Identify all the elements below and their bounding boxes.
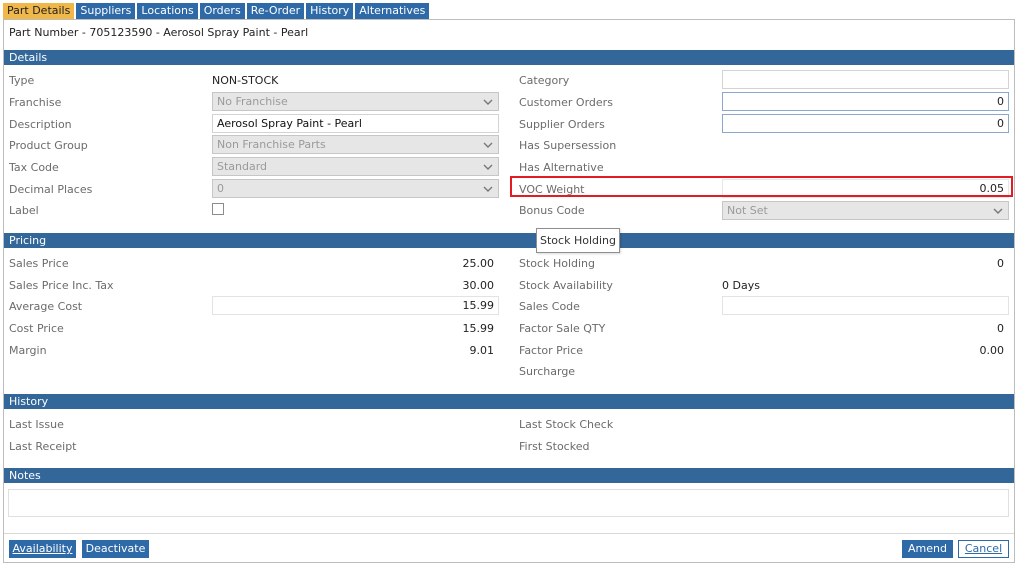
- part-number-title: Part Number - 705123590 - Aerosol Spray …: [9, 26, 309, 39]
- category-input[interactable]: [722, 70, 1009, 89]
- supplier-orders-label: Supplier Orders: [519, 118, 605, 131]
- product-group-select-value: Non Franchise Parts: [217, 138, 326, 151]
- surcharge-label: Surcharge: [519, 365, 576, 378]
- product-group-label: Product Group: [9, 139, 88, 152]
- tab-suppliers[interactable]: Suppliers: [76, 3, 136, 19]
- tax-code-select-value: Standard: [217, 160, 268, 173]
- last-receipt-label: Last Receipt: [9, 440, 77, 453]
- chevron-down-icon: [483, 99, 493, 105]
- factor-price-label: Factor Price: [519, 344, 584, 357]
- cancel-button-label: Cancel: [964, 542, 1003, 555]
- cost-price-value: 15.99: [462, 322, 495, 335]
- voc-weight-highlight: [510, 176, 1013, 197]
- decimal-places-select-value: 0: [217, 182, 224, 195]
- tab-re-order[interactable]: Re-Order: [246, 3, 305, 19]
- tab-alternatives[interactable]: Alternatives: [355, 3, 430, 19]
- stock-holding-value: 0: [997, 257, 1004, 270]
- average-cost-label: Average Cost: [9, 300, 83, 313]
- stock-holding-tooltip: Stock Holding: [536, 228, 620, 253]
- chevron-down-icon: [483, 186, 493, 192]
- type-label: Type: [9, 74, 35, 87]
- tax-code-label: Tax Code: [9, 161, 59, 174]
- factor-sale-qty-label: Factor Sale QTY: [519, 322, 606, 335]
- supplier-orders-input[interactable]: 0: [722, 114, 1009, 133]
- chevron-down-icon: [483, 142, 493, 148]
- sales-price-inc-tax-value: 30.00: [462, 279, 495, 292]
- margin-label: Margin: [9, 344, 47, 357]
- description-label: Description: [9, 118, 72, 131]
- has-supersession-label: Has Supersession: [519, 139, 617, 152]
- bonus-code-select-value: Not Set: [727, 204, 768, 217]
- stock-availability-label: Stock Availability: [519, 279, 613, 292]
- category-label: Category: [519, 74, 570, 87]
- sales-price-inc-tax-label: Sales Price Inc. Tax: [9, 279, 114, 292]
- cancel-button[interactable]: Cancel: [958, 540, 1009, 558]
- customer-orders-input[interactable]: 0: [722, 92, 1009, 111]
- pricing-section-header: Pricing: [4, 233, 1014, 248]
- amend-button-label: Amend: [908, 542, 947, 555]
- tab-part-details[interactable]: Part Details: [3, 3, 75, 19]
- tab-bar: Part Details Suppliers Locations Orders …: [3, 3, 430, 19]
- footer-divider: [4, 533, 1014, 534]
- factor-price-value: 0.00: [979, 344, 1005, 357]
- first-stocked-label: First Stocked: [519, 440, 590, 453]
- tax-code-select[interactable]: Standard: [212, 157, 499, 176]
- type-value: NON-STOCK: [212, 74, 279, 87]
- decimal-places-label: Decimal Places: [9, 183, 93, 196]
- factor-sale-qty-value: 0: [997, 322, 1004, 335]
- decimal-places-select[interactable]: 0: [212, 179, 499, 198]
- margin-value: 9.01: [469, 344, 495, 357]
- stock-holding-label: Stock Holding: [519, 257, 595, 270]
- customer-orders-label: Customer Orders: [519, 96, 613, 109]
- has-alternative-label: Has Alternative: [519, 161, 604, 174]
- deactivate-button[interactable]: Deactivate: [82, 540, 149, 558]
- bonus-code-label: Bonus Code: [519, 204, 585, 217]
- stock-availability-value: 0 Days: [722, 279, 760, 292]
- sales-code-input[interactable]: [722, 296, 1009, 315]
- cost-price-label: Cost Price: [9, 322, 64, 335]
- chevron-down-icon: [993, 208, 1003, 214]
- sales-code-label: Sales Code: [519, 300, 580, 313]
- franchise-select[interactable]: No Franchise: [212, 92, 499, 111]
- sales-price-value: 25.00: [462, 257, 495, 270]
- franchise-label: Franchise: [9, 96, 62, 109]
- bonus-code-select[interactable]: Not Set: [722, 201, 1009, 220]
- sales-price-label: Sales Price: [9, 257, 69, 270]
- product-group-select[interactable]: Non Franchise Parts: [212, 135, 499, 154]
- amend-button[interactable]: Amend: [902, 540, 953, 558]
- last-issue-label: Last Issue: [9, 418, 64, 431]
- label-label: Label: [9, 204, 39, 217]
- tab-history[interactable]: History: [306, 3, 354, 19]
- description-input[interactable]: Aerosol Spray Paint - Pearl: [212, 114, 499, 133]
- deactivate-button-label: Deactivate: [85, 542, 146, 555]
- notes-section-header: Notes: [4, 468, 1014, 483]
- tab-orders[interactable]: Orders: [199, 3, 245, 19]
- availability-button[interactable]: Availability: [9, 540, 76, 558]
- chevron-down-icon: [483, 164, 493, 170]
- details-section-header: Details: [4, 50, 1014, 65]
- label-checkbox[interactable]: [212, 203, 224, 215]
- availability-button-label: Availability: [12, 542, 73, 555]
- notes-textarea[interactable]: [8, 489, 1009, 517]
- franchise-select-value: No Franchise: [217, 95, 288, 108]
- history-section-header: History: [4, 394, 1014, 409]
- last-stock-check-label: Last Stock Check: [519, 418, 614, 431]
- average-cost-input[interactable]: 15.99: [212, 296, 499, 315]
- tab-locations[interactable]: Locations: [137, 3, 198, 19]
